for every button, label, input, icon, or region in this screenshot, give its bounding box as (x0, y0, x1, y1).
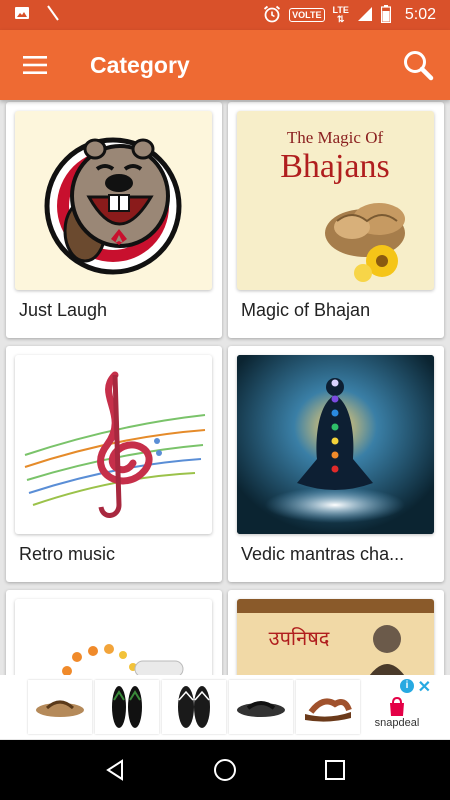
battery-icon (380, 4, 391, 26)
category-card-5[interactable] (6, 590, 222, 675)
home-icon[interactable] (200, 745, 250, 795)
lte-label: LTE (332, 5, 349, 15)
magic-of-bhajans-cover: The Magic Of Bhajans (237, 111, 434, 290)
clock: 5:02 (404, 6, 436, 23)
search-icon[interactable] (386, 30, 450, 100)
image-icon (14, 6, 30, 25)
ad-product-flip-flop-4[interactable] (229, 680, 293, 734)
ad-brand-label: snapdeal (374, 717, 420, 729)
meditation-chakras (237, 355, 434, 534)
category-label: Magic of Bhajan (241, 300, 371, 320)
ad-banner[interactable]: i ✕ snapdeal (0, 675, 450, 739)
category-card-vedic-mantras[interactable]: Vedic mantras cha... (228, 346, 444, 582)
image-text-top: The Magic Of (287, 128, 384, 147)
snapdeal-logo[interactable]: snapdeal (374, 679, 420, 735)
upanishad-scroll: उपनिषद (237, 599, 434, 675)
signal-slash-icon (46, 4, 60, 26)
ad-product-flip-flop-1[interactable] (28, 680, 92, 734)
category-label: Vedic mantras cha... (241, 544, 405, 564)
page-title: Category (90, 51, 190, 78)
category-card-magic-of-bhajan[interactable]: The Magic Of Bhajans Magic of Bhajan (228, 102, 444, 338)
image-text: उपनिषद (269, 626, 330, 650)
lte-indicator: LTE ⇅ (332, 5, 349, 24)
category-card-just-laugh[interactable]: Just Laugh (6, 102, 222, 338)
ad-product-sandal-5[interactable] (296, 680, 360, 734)
alarm-icon (263, 5, 281, 26)
laughing-beaver-logo (15, 111, 212, 290)
category-card-6[interactable]: उपनिषद (228, 590, 444, 675)
recents-icon[interactable] (310, 745, 360, 795)
treble-clef-staff (15, 355, 212, 534)
image-text-main: Bhajans (280, 148, 390, 185)
back-icon[interactable] (90, 745, 140, 795)
ad-product-flip-flop-2[interactable] (95, 680, 159, 734)
system-nav-bar (0, 740, 450, 800)
ad-product-flip-flop-3[interactable] (162, 680, 226, 734)
flowers-scroll (15, 599, 212, 675)
hamburger-menu-icon[interactable] (0, 30, 70, 100)
category-grid: Just Laugh The Magic Of Bhajans Magic of… (0, 100, 450, 675)
category-label: Retro music (19, 544, 116, 564)
signal-icon (357, 6, 373, 25)
status-bar: VOLTE LTE ⇅ 5:02 (0, 0, 450, 30)
category-card-retro-music[interactable]: Retro music (6, 346, 222, 582)
category-label: Just Laugh (19, 300, 108, 320)
volte-badge: VOLTE (289, 8, 325, 22)
app-screen: VOLTE LTE ⇅ 5:02 Category Just Laugh The… (0, 0, 450, 800)
app-bar: Category (0, 30, 450, 100)
